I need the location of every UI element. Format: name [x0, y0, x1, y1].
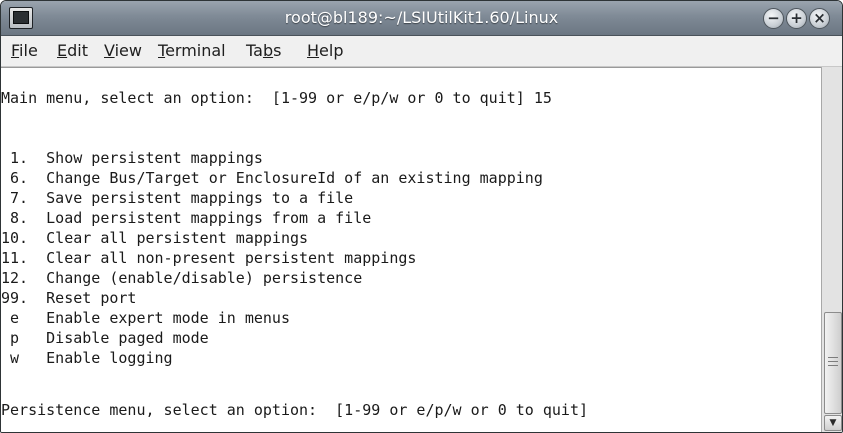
terminal-line-option-1: 1. Show persistent mappings [1, 149, 263, 167]
menu-file-label: ile [19, 41, 38, 60]
title-bar[interactable]: root@bl189:~/LSIUtilKit1.60/Linux − + × [1, 1, 842, 36]
menu-view[interactable]: View [104, 41, 142, 60]
terminal-line-option-6: 6. Change Bus/Target or EnclosureId of a… [1, 169, 543, 187]
menu-help-label: elp [319, 41, 344, 60]
menu-tabs-accelerator: b [262, 41, 274, 60]
scrollbar-grip-line [828, 361, 838, 362]
menu-view-label: iew [114, 41, 142, 60]
close-icon[interactable]: × [809, 8, 830, 29]
terminal-line-option-8: 8. Load persistent mappings from a file [1, 209, 372, 227]
menu-terminal-label: erminal [165, 41, 226, 60]
terminal-output[interactable]: Main menu, select an option: [1-99 or e/… [1, 67, 821, 432]
terminal-line-option-p: p Disable paged mode [1, 329, 209, 347]
maximize-icon[interactable]: + [786, 8, 807, 29]
menu-terminal[interactable]: Terminal [158, 41, 226, 60]
scrollbar-grip-line [828, 357, 838, 358]
terminal-line-option-7: 7. Save persistent mappings to a file [1, 189, 354, 207]
menu-tabs-label: s [273, 41, 282, 60]
window-title: root@bl189:~/LSIUtilKit1.60/Linux [284, 8, 559, 27]
menu-edit[interactable]: Edit [57, 41, 88, 60]
menu-file[interactable]: File [11, 41, 38, 60]
menu-terminal-accelerator: T [158, 41, 166, 60]
menu-file-accelerator: F [11, 41, 20, 60]
menu-edit-accelerator: E [57, 41, 68, 60]
terminal-line-option-99: 99. Reset port [1, 289, 137, 307]
scrollbar-thumb[interactable] [824, 312, 842, 414]
menu-tabs-label-pre: Ta [246, 41, 263, 60]
terminal-line-option-11: 11. Clear all non-present persistent map… [1, 249, 417, 267]
minimize-icon[interactable]: − [763, 8, 784, 29]
menu-tabs[interactable]: Tabs [246, 41, 281, 60]
menu-help[interactable]: Help [307, 41, 343, 60]
terminal-line-option-e: e Enable expert mode in menus [1, 309, 290, 327]
scrollbar-grip-line [828, 365, 838, 366]
menu-edit-label: dit [67, 41, 88, 60]
menu-help-accelerator: H [307, 41, 320, 60]
menu-view-accelerator: V [104, 41, 115, 60]
menu-bar: File Edit View Terminal Tabs Help [1, 36, 842, 67]
terminal-window: root@bl189:~/LSIUtilKit1.60/Linux − + × … [0, 0, 843, 433]
terminal-line-main-prompt: Main menu, select an option: [1-99 or e/… [1, 89, 552, 107]
arrow-down-icon[interactable]: ▼ [824, 415, 842, 431]
terminal-line-persistence-prompt: Persistence menu, select an option: [1-9… [1, 401, 588, 419]
terminal-line-option-12: 12. Change (enable/disable) persistence [1, 269, 363, 287]
terminal-line-option-10: 10. Clear all persistent mappings [1, 229, 309, 247]
vertical-scrollbar[interactable]: ▼ [821, 67, 842, 432]
terminal-line-option-w: w Enable logging [1, 349, 173, 367]
